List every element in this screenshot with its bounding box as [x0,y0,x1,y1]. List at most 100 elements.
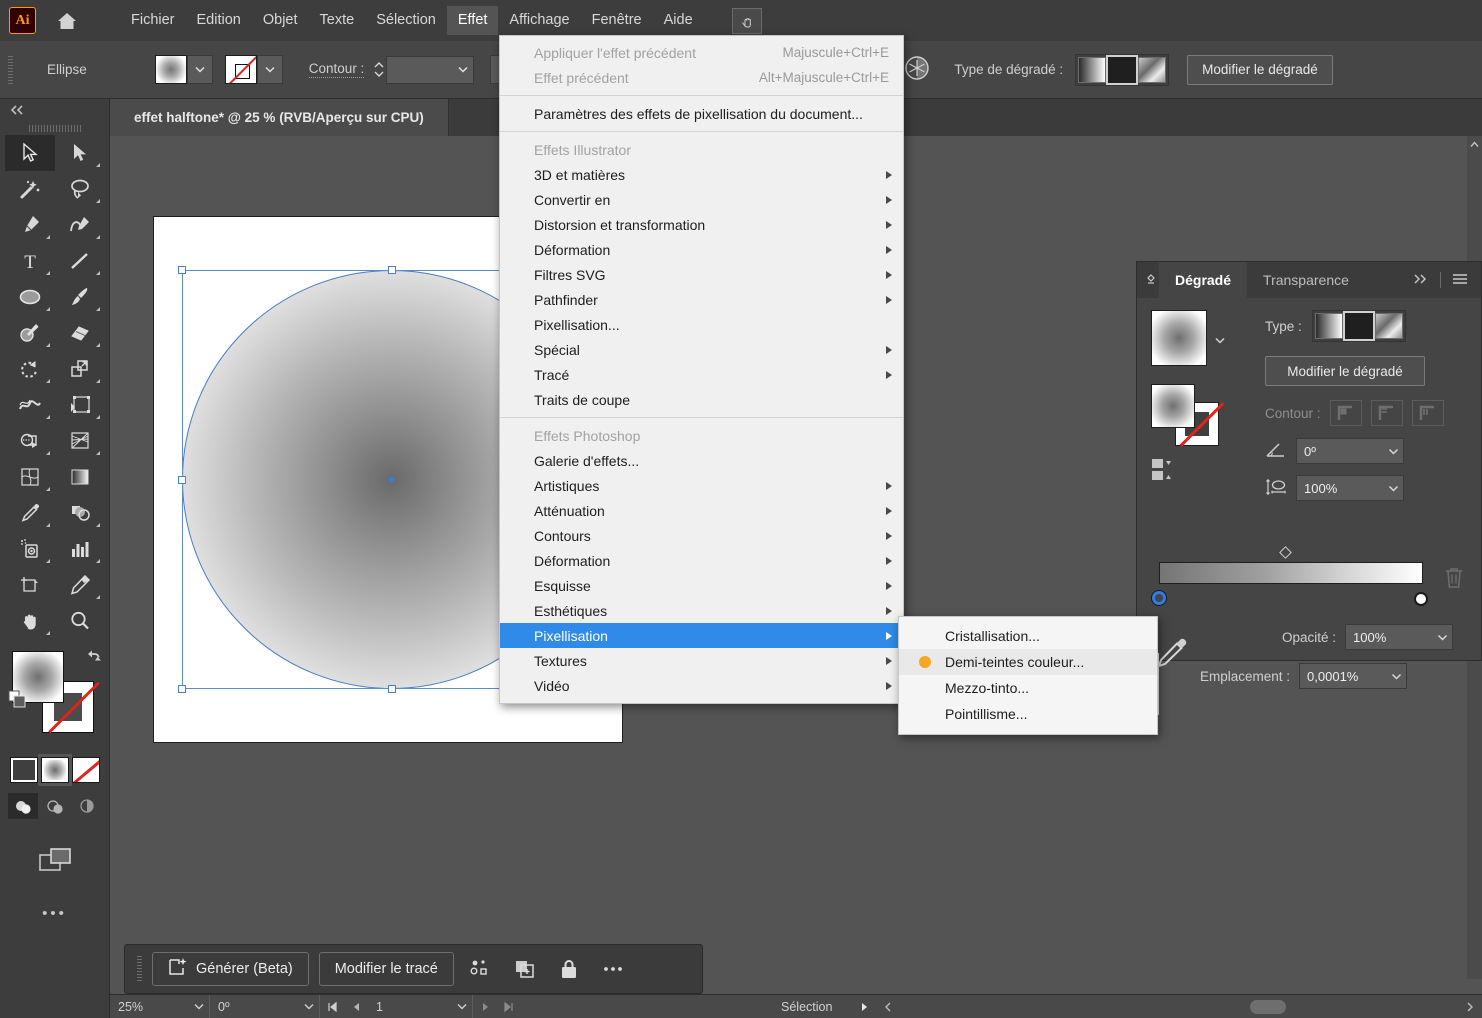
submenu-row-pointillisme[interactable]: Pointillisme... [899,701,1157,727]
edit-path-button[interactable]: Modifier le tracé [318,952,454,986]
contextbar-grip[interactable] [137,956,142,982]
hscroll-left-icon[interactable] [876,995,900,1018]
menu-row-3d-et-matieres[interactable]: 3D et matières [500,162,903,187]
menu-row-esquisse[interactable]: Esquisse [500,573,903,598]
trash-icon[interactable] [1443,566,1465,593]
stroke-dropdown-chevron-down-icon[interactable] [256,55,283,84]
scroll-up-icon[interactable] [1467,136,1482,153]
stroke-weight-field[interactable] [386,55,475,84]
menu-selection[interactable]: Sélection [365,6,447,35]
contour-label[interactable]: Contour : [308,61,365,78]
handle-top-center[interactable] [387,266,396,274]
stroke-apply-across-icon[interactable] [1411,400,1444,426]
controlbar-grip[interactable] [8,55,13,84]
menu-row-esthetiques[interactable]: Esthétiques [500,598,903,623]
gradient-preset-chevron-down-icon[interactable] [1215,332,1225,347]
menu-row-attenuation[interactable]: Atténuation [500,498,903,523]
eyedropper-icon[interactable] [1155,636,1189,673]
submenu-row-cristallisation[interactable]: Cristallisation... [899,623,1157,649]
menu-row-appliquer-effet-precedent[interactable]: Appliquer l'effet précédent Majuscule+Ct… [500,40,903,65]
pen-tool[interactable] [5,207,55,243]
gradient-stop-end[interactable] [1414,592,1428,606]
draw-inside-icon[interactable] [72,793,102,819]
menu-row-contours[interactable]: Contours [500,523,903,548]
home-icon[interactable] [48,6,86,36]
zoom-level-field[interactable]: 25% [110,994,210,1018]
go-next-icon[interactable] [473,995,497,1018]
status-text[interactable]: Sélection [781,1000,832,1014]
panel-drag-diamond-icon[interactable] [1143,274,1159,286]
menu-fenetre[interactable]: Fenêtre [581,6,653,35]
panel-gradient-type-freeform-icon[interactable] [1374,313,1403,339]
shape-builder-tool[interactable] [5,423,55,459]
menu-effet[interactable]: Effet [446,6,499,35]
menu-row-effet-precedent[interactable]: Effet précédent Alt+Majuscule+Ctrl+E [500,65,903,90]
magic-wand-tool[interactable] [5,171,55,207]
handle-bottom-left[interactable] [178,685,186,693]
panel-fill-swatch[interactable] [1151,384,1195,428]
zoom-tool[interactable] [55,603,105,639]
handle-top-left[interactable] [178,266,186,274]
gradient-stop-start[interactable] [1152,591,1166,605]
document-tab[interactable]: effet halftone* @ 25 % (RVB/Aperçu sur C… [110,99,449,136]
gradient-aspect-field[interactable]: 100% [1296,475,1404,501]
panel-gradient-type-radial-icon[interactable] [1342,311,1375,341]
stroke-apply-within-icon[interactable] [1329,400,1362,426]
gradient-center-annotator[interactable] [389,477,394,482]
tab-degrade[interactable]: Dégradé [1159,262,1248,298]
perspective-grid-tool[interactable] [55,423,105,459]
gradient-type-linear-icon[interactable] [1078,56,1107,83]
shaper-tool[interactable] [5,315,55,351]
lasso-tool[interactable] [55,171,105,207]
menu-objet[interactable]: Objet [252,6,309,35]
menu-row-pathfinder[interactable]: Pathfinder [500,287,903,312]
gradient-type-radial-icon[interactable] [1106,54,1139,85]
menu-row-artistiques[interactable]: Artistiques [500,473,903,498]
paintbrush-tool[interactable] [55,279,105,315]
gradient-midpoint-handle[interactable] [1279,546,1292,559]
slice-tool[interactable] [55,567,105,603]
stroke-weight-stepper[interactable] [372,56,386,84]
draw-behind-icon[interactable] [40,793,70,819]
more-tools-button[interactable]: ••• [0,905,109,922]
more-options-icon[interactable] [596,952,630,986]
gradient-preview-swatch[interactable] [1151,310,1207,366]
stroke-apply-along-icon[interactable] [1370,400,1403,426]
menu-row-trace[interactable]: Tracé [500,362,903,387]
toolbar-grip[interactable] [0,121,109,135]
horizontal-scrollbar[interactable] [900,999,1458,1014]
menu-row-pixellisation-photoshop[interactable]: Pixellisation [500,623,903,648]
go-last-icon[interactable] [497,995,521,1018]
panel-edit-gradient-button[interactable]: Modifier le dégradé [1265,356,1425,386]
artboard-tool[interactable] [5,567,55,603]
scale-tool[interactable] [55,351,105,387]
menu-row-filtres-svg[interactable]: Filtres SVG [500,262,903,287]
menu-edition[interactable]: Edition [186,6,252,35]
double-chevron-right-icon[interactable] [1412,273,1430,288]
menu-row-pixellisation-illustrator[interactable]: Pixellisation... [500,312,903,337]
mesh-tool[interactable] [5,459,55,495]
stroke-swatch-control[interactable] [224,55,283,84]
panel-menu-icon[interactable] [1451,272,1469,289]
gradient-mode-icon[interactable] [37,754,72,786]
default-fill-stroke-icon[interactable] [8,690,28,713]
submenu-row-demi-teintes-couleur[interactable]: Demi-teintes couleur... [899,649,1157,675]
symbol-sprayer-tool[interactable] [5,531,55,567]
fill-swatch-control[interactable] [154,55,213,84]
touch-workspace-icon[interactable] [731,7,762,34]
fill-swatch[interactable] [154,55,187,84]
collapse-double-chevron-icon[interactable] [0,99,109,121]
ellipse-tool[interactable] [5,279,55,315]
menu-row-galerie-d-effets[interactable]: Galerie d'effets... [500,448,903,473]
menu-row-video[interactable]: Vidéo [500,673,903,698]
go-prev-icon[interactable] [344,995,368,1018]
menu-row-special[interactable]: Spécial [500,337,903,362]
menu-row-convertir-en[interactable]: Convertir en [500,187,903,212]
stroke-swatch[interactable] [224,55,257,84]
artboard-number-field[interactable]: 1 [368,994,473,1018]
duplicate-icon[interactable] [508,952,542,986]
shape-builder-icon[interactable] [464,952,498,986]
menu-row-deformation-illustrator[interactable]: Déformation [500,237,903,262]
hand-tool[interactable] [5,603,55,639]
free-transform-tool[interactable] [55,387,105,423]
